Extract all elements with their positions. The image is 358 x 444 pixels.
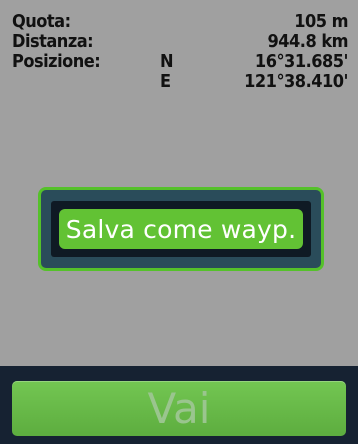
distance-row: Distanza: 944.8 km [0, 32, 358, 52]
distance-value: 944.8 km [267, 31, 349, 52]
position-row-east: E 121°38.410' [0, 72, 358, 92]
waypoint-screen: Quota: 105 m Distanza: 944.8 km Posizion… [0, 0, 358, 444]
longitude-value: 121°38.410' [244, 71, 348, 92]
dialog-inner: Salva come wayp. [51, 201, 311, 257]
latitude-value: 16°31.685' [254, 51, 349, 72]
quota-value: 105 m [294, 11, 348, 32]
position-info-panel: Quota: 105 m Distanza: 944.8 km Posizion… [0, 0, 358, 120]
save-waypoint-dialog: Salva come wayp. [38, 187, 324, 271]
east-indicator: E [160, 71, 171, 92]
quota-label: Quota: [12, 11, 71, 32]
distance-label: Distanza: [12, 31, 94, 52]
position-row-north: Posizione: N 16°31.685' [0, 52, 358, 72]
north-indicator: N [160, 51, 174, 72]
save-as-waypoint-button[interactable]: Salva come wayp. [59, 209, 303, 249]
go-button[interactable]: Vai [12, 381, 346, 436]
position-label: Posizione: [12, 51, 101, 72]
quota-row: Quota: 105 m [0, 12, 358, 32]
bottom-bar: Vai [0, 366, 358, 444]
